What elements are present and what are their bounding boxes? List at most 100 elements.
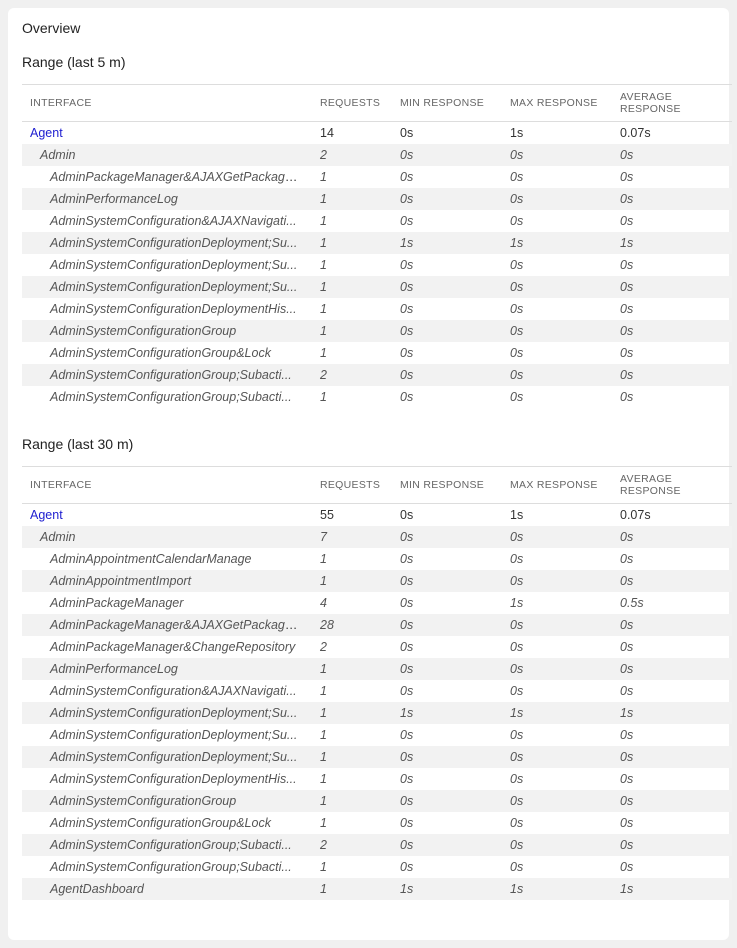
cell-interface: AdminSystemConfigurationDeployment;Su... <box>22 746 312 768</box>
cell-max-response: 0s <box>502 166 612 188</box>
interface-link[interactable]: AdminPackageManager&AJAXGetPackageUpg... <box>50 170 312 184</box>
cell-min-response: 0s <box>392 746 502 768</box>
cell-avg-response: 0s <box>612 386 732 408</box>
cell-min-response: 0s <box>392 614 502 636</box>
interface-link[interactable]: AdminSystemConfigurationGroup&Lock <box>50 346 271 360</box>
interface-link[interactable]: AdminSystemConfigurationGroup;Subacti... <box>50 390 292 404</box>
cell-max-response: 0s <box>502 386 612 408</box>
interface-link[interactable]: AdminPerformanceLog <box>50 662 178 676</box>
cell-requests: 1 <box>312 570 392 592</box>
cell-max-response: 0s <box>502 342 612 364</box>
cell-interface: AdminSystemConfigurationDeployment;Su... <box>22 254 312 276</box>
cell-min-response: 0s <box>392 298 502 320</box>
cell-max-response: 0s <box>502 658 612 680</box>
interface-link[interactable]: AdminSystemConfiguration&AJAXNavigati... <box>50 684 297 698</box>
cell-interface: AdminSystemConfigurationGroup;Subacti... <box>22 856 312 878</box>
cell-min-response: 0s <box>392 254 502 276</box>
interface-link[interactable]: AdminPackageManager <box>50 596 183 610</box>
interface-link[interactable]: AdminAppointmentCalendarManage <box>50 552 252 566</box>
interface-link[interactable]: Agent <box>30 508 63 522</box>
cell-max-response: 0s <box>502 526 612 548</box>
table-row: AdminPerformanceLog10s0s0s <box>22 658 732 680</box>
table-row: Admin70s0s0s <box>22 526 732 548</box>
cell-max-response: 0s <box>502 768 612 790</box>
cell-requests: 1 <box>312 342 392 364</box>
header-requests: REQUESTS <box>312 85 392 122</box>
table-row: AdminSystemConfigurationGroup;Subacti...… <box>22 386 732 408</box>
cell-avg-response: 0s <box>612 276 732 298</box>
cell-min-response: 1s <box>392 232 502 254</box>
interface-link[interactable]: AdminAppointmentImport <box>50 574 191 588</box>
interface-link[interactable]: AgentDashboard <box>50 882 144 896</box>
cell-requests: 1 <box>312 724 392 746</box>
performance-table: INTERFACEREQUESTSMIN RESPONSEMAX RESPONS… <box>22 466 732 900</box>
cell-avg-response: 0s <box>612 188 732 210</box>
cell-interface: AdminSystemConfigurationGroup;Subacti... <box>22 834 312 856</box>
range-section: Range (last 30 m)INTERFACEREQUESTSMIN RE… <box>22 436 715 900</box>
interface-link[interactable]: AdminPackageManager&AJAXGetPackageUpg... <box>50 618 312 632</box>
cell-min-response: 1s <box>392 702 502 724</box>
cell-avg-response: 0s <box>612 658 732 680</box>
cell-interface: Admin <box>22 144 312 166</box>
table-row: AdminPerformanceLog10s0s0s <box>22 188 732 210</box>
cell-max-response: 1s <box>502 702 612 724</box>
cell-avg-response: 0s <box>612 680 732 702</box>
table-row: AdminSystemConfigurationGroup;Subacti...… <box>22 856 732 878</box>
interface-link[interactable]: AdminSystemConfigurationGroup <box>50 794 236 808</box>
cell-min-response: 0s <box>392 122 502 145</box>
table-row: AdminSystemConfiguration&AJAXNavigati...… <box>22 680 732 702</box>
interface-link[interactable]: AdminSystemConfigurationDeploymentHis... <box>50 302 297 316</box>
cell-requests: 1 <box>312 188 392 210</box>
cell-max-response: 0s <box>502 724 612 746</box>
header-requests: REQUESTS <box>312 467 392 504</box>
cell-avg-response: 0s <box>612 856 732 878</box>
cell-interface: AdminPerformanceLog <box>22 188 312 210</box>
interface-link[interactable]: AdminSystemConfigurationGroup&Lock <box>50 816 271 830</box>
cell-max-response: 0s <box>502 188 612 210</box>
interface-link[interactable]: AdminSystemConfigurationGroup;Subacti... <box>50 860 292 874</box>
cell-avg-response: 0s <box>612 724 732 746</box>
interface-link[interactable]: AdminSystemConfigurationDeployment;Su... <box>50 728 297 742</box>
interface-link[interactable]: AdminSystemConfigurationGroup <box>50 324 236 338</box>
cell-interface: AdminSystemConfigurationDeploymentHis... <box>22 298 312 320</box>
interface-link[interactable]: AdminSystemConfigurationDeployment;Su... <box>50 280 297 294</box>
interface-link[interactable]: AdminSystemConfiguration&AJAXNavigati... <box>50 214 297 228</box>
table-row: AdminSystemConfigurationGroup;Subacti...… <box>22 364 732 386</box>
cell-requests: 1 <box>312 210 392 232</box>
interface-link[interactable]: AdminPackageManager&ChangeRepository <box>50 640 295 654</box>
cell-requests: 1 <box>312 812 392 834</box>
cell-avg-response: 1s <box>612 878 732 900</box>
interface-link[interactable]: AdminSystemConfigurationGroup;Subacti... <box>50 838 292 852</box>
interface-link[interactable]: AdminSystemConfigurationGroup;Subacti... <box>50 368 292 382</box>
interface-link[interactable]: Agent <box>30 126 63 140</box>
interface-link[interactable]: AdminSystemConfigurationDeploymentHis... <box>50 772 297 786</box>
interface-link[interactable]: Admin <box>40 148 75 162</box>
cell-min-response: 0s <box>392 166 502 188</box>
cell-interface: AgentDashboard <box>22 878 312 900</box>
cell-interface: AdminSystemConfigurationGroup;Subacti... <box>22 386 312 408</box>
cell-min-response: 0s <box>392 548 502 570</box>
interface-link[interactable]: AdminSystemConfigurationDeployment;Su... <box>50 258 297 272</box>
table-row: AdminSystemConfigurationGroup&Lock10s0s0… <box>22 342 732 364</box>
cell-max-response: 0s <box>502 320 612 342</box>
cell-interface: AdminPackageManager <box>22 592 312 614</box>
interface-link[interactable]: Admin <box>40 530 75 544</box>
cell-interface: AdminSystemConfigurationDeployment;Su... <box>22 724 312 746</box>
cell-interface: AdminSystemConfiguration&AJAXNavigati... <box>22 210 312 232</box>
cell-min-response: 0s <box>392 386 502 408</box>
cell-requests: 1 <box>312 166 392 188</box>
cell-avg-response: 0s <box>612 548 732 570</box>
cell-interface: AdminAppointmentImport <box>22 570 312 592</box>
overview-panel: Overview Range (last 5 m)INTERFACEREQUES… <box>8 8 729 940</box>
cell-max-response: 0s <box>502 746 612 768</box>
cell-avg-response: 0s <box>612 746 732 768</box>
interface-link[interactable]: AdminSystemConfigurationDeployment;Su... <box>50 706 297 720</box>
interface-link[interactable]: AdminPerformanceLog <box>50 192 178 206</box>
interface-link[interactable]: AdminSystemConfigurationDeployment;Su... <box>50 236 297 250</box>
cell-interface: AdminSystemConfigurationGroup <box>22 320 312 342</box>
cell-interface: Agent <box>22 504 312 527</box>
cell-requests: 2 <box>312 144 392 166</box>
interface-link[interactable]: AdminSystemConfigurationDeployment;Su... <box>50 750 297 764</box>
panel-title: Overview <box>22 20 715 36</box>
cell-requests: 14 <box>312 122 392 145</box>
